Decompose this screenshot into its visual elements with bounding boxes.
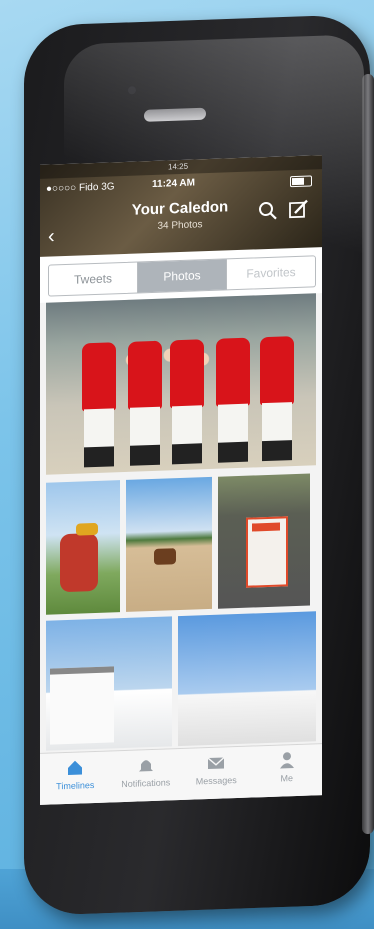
front-camera <box>128 86 136 95</box>
photo-figure <box>246 516 288 588</box>
photo-figure <box>50 666 114 745</box>
photo-figure <box>128 340 162 410</box>
photo-figure <box>84 446 114 468</box>
photo-figure <box>218 403 248 445</box>
photo-figure <box>170 339 204 409</box>
chevron-left-icon[interactable]: ‹ <box>48 225 55 247</box>
battery-icon <box>290 175 312 188</box>
home-icon <box>68 760 83 775</box>
photo-figure <box>60 532 98 593</box>
tab-label: Timelines <box>56 780 95 792</box>
bell-icon <box>138 760 153 772</box>
photo-sign[interactable] <box>218 473 310 609</box>
photo-figure <box>262 402 292 444</box>
photo-team-riders[interactable] <box>46 293 316 475</box>
tab-bar: Timelines Notifications Messages Me <box>40 743 322 805</box>
photo-jumping-ring[interactable] <box>126 476 212 612</box>
os-time: 14:25 <box>168 161 189 172</box>
photo-figure <box>154 548 176 565</box>
compose-icon[interactable] <box>288 197 310 220</box>
segmented-control: Tweets Photos Favorites <box>48 255 316 297</box>
person-icon <box>279 752 294 769</box>
photo-house-crowd[interactable] <box>46 616 172 751</box>
search-icon[interactable] <box>258 201 278 222</box>
carrier-label: ●○○○○ Fido 3G <box>46 181 115 195</box>
segment-photos[interactable]: Photos <box>138 259 227 293</box>
segment-tweets[interactable]: Tweets <box>49 262 138 296</box>
photo-figure <box>260 336 294 406</box>
tab-timelines[interactable]: Timelines <box>40 751 111 804</box>
photo-grid <box>40 293 322 753</box>
tab-label: Messages <box>195 775 237 787</box>
header-bar: 14:25 ●○○○○ Fido 3G 11:24 AM ‹ Your Cale… <box>40 155 322 257</box>
tab-label: Me <box>280 773 293 784</box>
tab-label: Notifications <box>121 777 171 790</box>
photo-figure <box>130 406 160 448</box>
phone-edge <box>362 73 374 835</box>
photo-figure <box>172 405 202 447</box>
photo-figure <box>76 522 98 536</box>
tab-notifications[interactable]: Notifications <box>111 749 182 803</box>
envelope-icon <box>207 756 225 770</box>
app-screen: 14:25 ●○○○○ Fido 3G 11:24 AM ‹ Your Cale… <box>40 155 322 805</box>
tab-me[interactable]: Me <box>252 744 323 798</box>
tab-messages[interactable]: Messages <box>181 747 252 801</box>
earpiece-speaker <box>144 107 206 122</box>
photo-figure <box>82 342 116 412</box>
photo-figure <box>218 441 248 463</box>
photo-figure <box>172 443 202 465</box>
page-title: Your Caledon <box>131 198 229 219</box>
photo-count: 34 Photos <box>157 219 203 232</box>
segment-favorites[interactable]: Favorites <box>227 256 315 289</box>
photo-figure <box>84 408 114 450</box>
clock: 11:24 AM <box>152 177 195 191</box>
photo-sky-crowd[interactable] <box>178 611 316 747</box>
photo-figure <box>262 440 292 462</box>
photo-figure <box>130 444 160 466</box>
photo-mascot[interactable] <box>46 480 120 615</box>
photo-figure <box>216 337 250 407</box>
